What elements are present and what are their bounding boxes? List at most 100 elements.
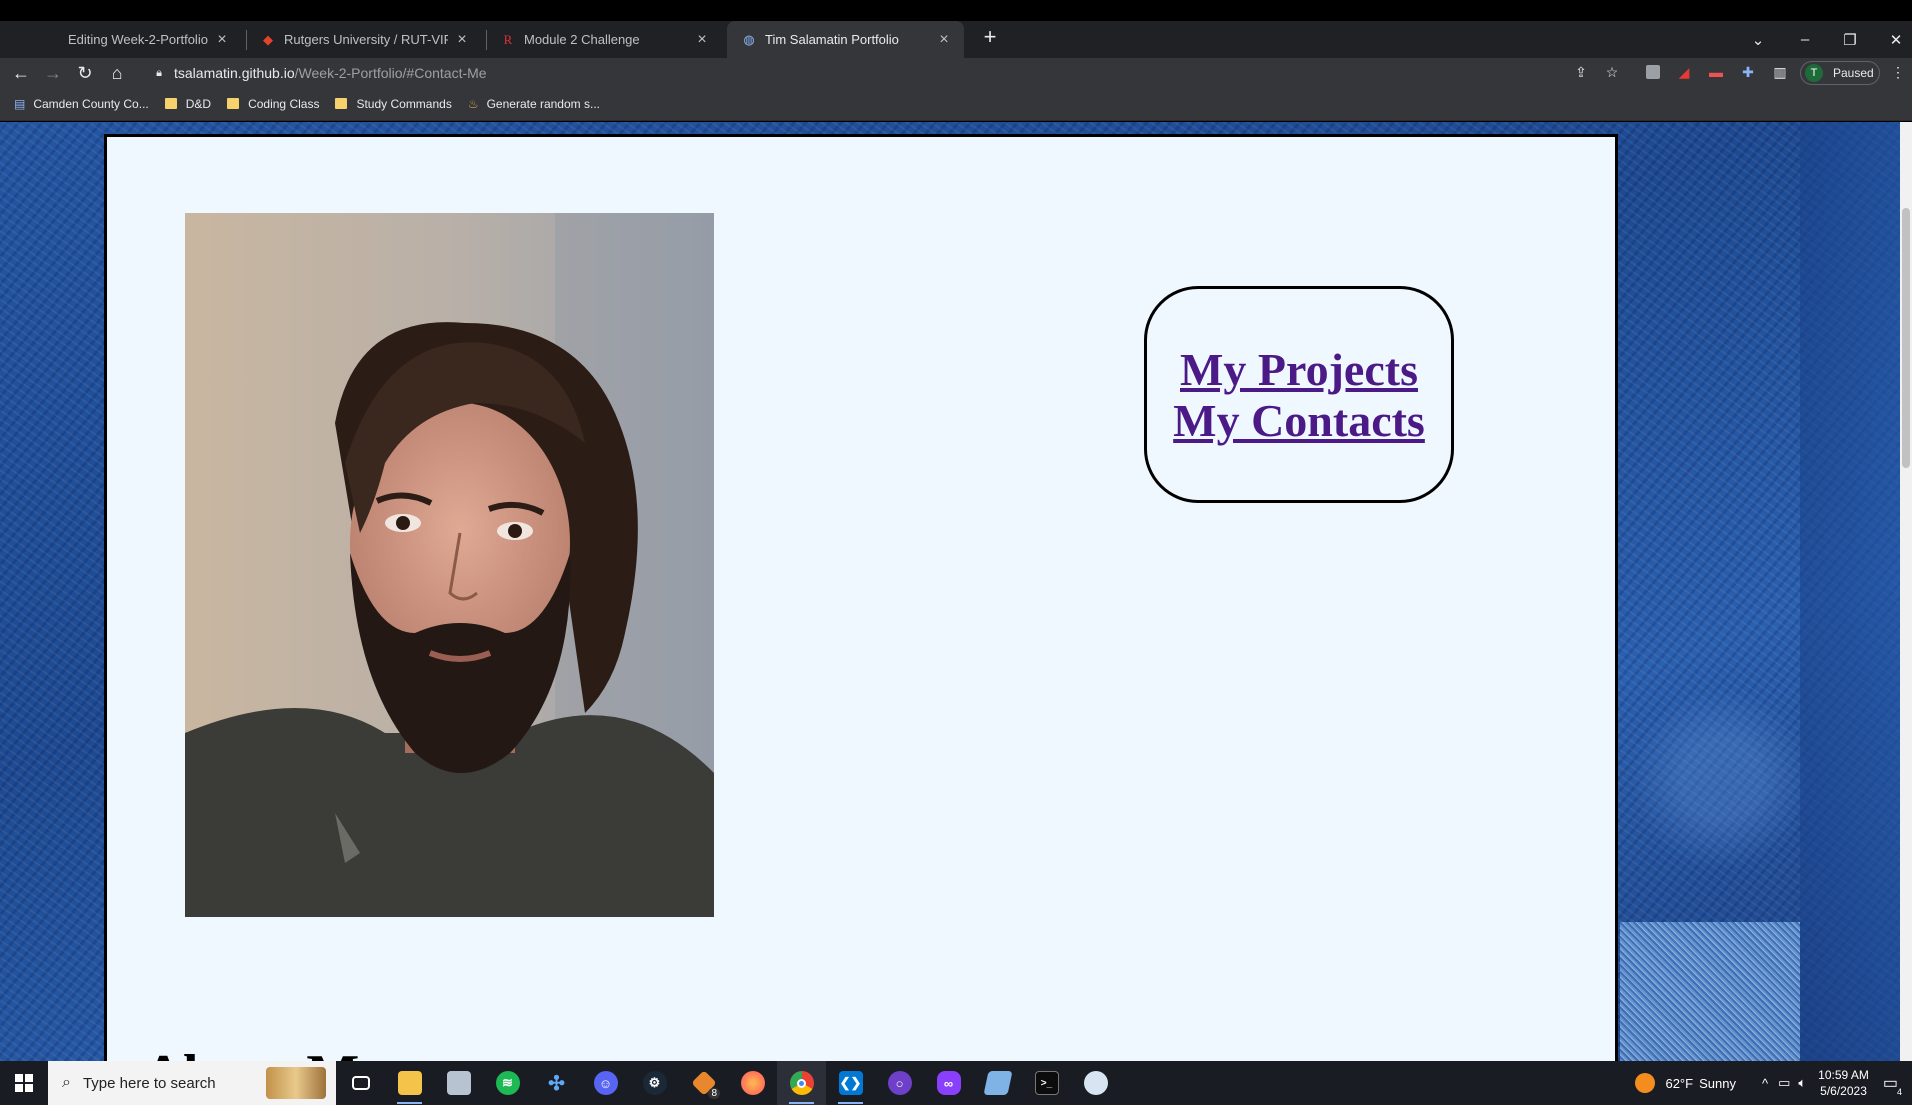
new-tab-button[interactable]: + xyxy=(976,23,1004,51)
forward-button[interactable]: → xyxy=(40,60,66,86)
url-path: /Week-2-Portfolio/#Contact-Me xyxy=(294,65,487,81)
taskbar: ⌕ Type here to search ≋ ✣ ☺ ⚙ 8 ❮❯ ○ ∞ >… xyxy=(0,1061,1912,1105)
system-tray: 62°F Sunny ^ ▭ 🔈︎ 10:59 AM 5/6/2023 ▭ 4 xyxy=(1635,1061,1912,1105)
app-icon[interactable]: ∞ xyxy=(924,1061,973,1105)
star-icon[interactable]: ☆ xyxy=(1602,62,1622,82)
bookmark-coding-class[interactable]: Coding Class xyxy=(227,97,319,111)
volume-icon[interactable]: 🔈︎ xyxy=(1798,1075,1806,1091)
vscode-icon[interactable]: ❮❯ xyxy=(826,1061,875,1105)
reload-button[interactable]: ↻ xyxy=(72,60,98,86)
search-placeholder: Type here to search xyxy=(82,1074,216,1092)
weather-temp[interactable]: 62°F xyxy=(1665,1076,1693,1091)
close-icon[interactable]: × xyxy=(694,31,710,49)
notification-count: 4 xyxy=(1896,1087,1902,1097)
chrome-icon[interactable] xyxy=(777,1061,826,1105)
profile-photo xyxy=(185,213,714,917)
bookmark-label: Study Commands xyxy=(356,96,452,111)
tab-search-button[interactable]: ⌄ xyxy=(1738,21,1778,58)
globe-icon: ◍ xyxy=(743,31,755,47)
apps-icon[interactable]: 8 xyxy=(679,1061,728,1105)
nav-box: My Projects My Contacts xyxy=(1144,286,1454,503)
clock-date: 5/6/2023 xyxy=(1820,1084,1867,1098)
bookmark-camden[interactable]: ▤ Camden County Co... xyxy=(14,97,149,111)
canvas-icon: R xyxy=(503,31,513,47)
url-text: tsalamatin.github.io/Week-2-Portfolio/#C… xyxy=(174,65,487,81)
tab-strip: Editing Week-2-Portfolio/READM × ◆ Rutge… xyxy=(0,0,1912,58)
background-texture xyxy=(1620,922,1800,1061)
windows-icon xyxy=(15,1074,33,1092)
page-viewport: My Projects My Contacts About Me xyxy=(0,122,1912,1061)
notification-icon[interactable]: ▭ 4 xyxy=(1883,1073,1902,1097)
side-panel-icon[interactable]: ▥ xyxy=(1770,62,1790,82)
tool-icon[interactable]: ✣ xyxy=(532,1061,581,1105)
network-icon[interactable]: ▭ xyxy=(1778,1075,1790,1091)
folder-icon xyxy=(335,98,348,109)
bookmark-dnd[interactable]: D&D xyxy=(164,96,212,111)
task-view-icon[interactable] xyxy=(336,1061,385,1105)
close-window-button[interactable]: ✕ xyxy=(1876,21,1912,58)
sun-icon xyxy=(1635,1073,1656,1093)
file-explorer-icon[interactable] xyxy=(385,1061,434,1105)
email-icon[interactable] xyxy=(434,1061,483,1105)
tab-readme[interactable]: Editing Week-2-Portfolio/READM × xyxy=(30,21,242,58)
discord-icon[interactable]: ☺ xyxy=(581,1061,630,1105)
menu-icon[interactable]: ⋮ xyxy=(1888,62,1908,82)
close-icon[interactable]: × xyxy=(454,31,470,49)
close-icon[interactable]: × xyxy=(214,31,230,49)
clock[interactable]: 10:59 AM 5/6/2023 xyxy=(1818,1067,1869,1099)
portfolio-card: My Projects My Contacts About Me xyxy=(104,134,1618,1061)
profile-button[interactable]: T Paused xyxy=(1800,61,1880,85)
start-button[interactable] xyxy=(0,1061,48,1105)
app-badge: 8 xyxy=(708,1088,720,1099)
puzzle-icon[interactable]: ✚ xyxy=(1738,62,1758,82)
scrollbar-thumb[interactable] xyxy=(1902,208,1910,468)
lock-icon[interactable]: 🔒︎ xyxy=(146,60,172,86)
background-texture xyxy=(1800,122,1900,1061)
terminal-icon[interactable]: >_ xyxy=(1022,1061,1071,1105)
paint-icon[interactable] xyxy=(1071,1061,1120,1105)
tab-portfolio[interactable]: ◍ Tim Salamatin Portfolio × xyxy=(727,21,964,58)
github-icon xyxy=(44,32,60,48)
bookmark-label: Camden County Co... xyxy=(33,96,149,111)
close-icon[interactable]: × xyxy=(936,31,952,49)
profile-status: Paused xyxy=(1833,66,1874,80)
weather-desc[interactable]: Sunny xyxy=(1699,1076,1736,1091)
chevron-up-icon[interactable]: ^ xyxy=(1762,1076,1768,1091)
bookmark-label: Coding Class xyxy=(248,96,320,111)
url-host: tsalamatin.github.io xyxy=(174,65,295,81)
tab-title: Module 2 Challenge xyxy=(524,32,640,47)
tab-gitlab[interactable]: ◆ Rutgers University / RUT-VIRT-FS × xyxy=(246,21,482,58)
address-bar[interactable]: tsalamatin.github.io/Week-2-Portfolio/#C… xyxy=(174,60,1554,86)
extension-icon[interactable] xyxy=(1643,62,1663,82)
tab-title: Editing Week-2-Portfolio/READM xyxy=(68,32,208,47)
notes-icon[interactable] xyxy=(973,1061,1022,1105)
tab-title: Tim Salamatin Portfolio xyxy=(765,32,899,47)
back-button[interactable]: ← xyxy=(8,60,34,86)
my-contacts-link[interactable]: My Contacts xyxy=(1173,395,1425,446)
taskbar-search[interactable]: ⌕ Type here to search xyxy=(48,1061,336,1105)
share-icon[interactable]: ⇪ xyxy=(1571,62,1591,82)
record-icon[interactable]: ▬ xyxy=(1706,62,1726,82)
github-desktop-icon[interactable]: ○ xyxy=(875,1061,924,1105)
spotify-icon[interactable]: ≋ xyxy=(483,1061,532,1105)
steam-icon[interactable]: ⚙ xyxy=(630,1061,679,1105)
my-projects-link[interactable]: My Projects xyxy=(1180,344,1418,395)
bookmarks-bar: ▤ Camden County Co... D&D Coding Class S… xyxy=(0,87,1912,121)
gitlab-icon: ◆ xyxy=(263,31,273,47)
tab-module-2[interactable]: R Module 2 Challenge × xyxy=(486,21,722,58)
bookmark-generate-random[interactable]: ♨ Generate random s... xyxy=(468,97,600,111)
firefox-icon[interactable] xyxy=(728,1061,777,1105)
pdf-icon[interactable]: ◢ xyxy=(1674,62,1694,82)
bookmark-study-commands[interactable]: Study Commands xyxy=(335,96,452,111)
bookmark-label: D&D xyxy=(185,96,212,111)
search-icon: ⌕ xyxy=(62,1074,71,1091)
minimize-button[interactable]: – xyxy=(1785,21,1825,58)
folder-icon xyxy=(227,98,240,109)
browser-toolbar: ← → ↻ ⌂ 🔒︎ tsalamatin.github.io/Week-2-P… xyxy=(0,58,1912,87)
tab-title: Rutgers University / RUT-VIRT-FS xyxy=(284,32,448,47)
scrollbar[interactable] xyxy=(1900,122,1912,1061)
home-button[interactable]: ⌂ xyxy=(104,60,130,86)
folder-icon xyxy=(164,98,177,109)
screen: Editing Week-2-Portfolio/READM × ◆ Rutge… xyxy=(0,0,1912,1105)
restore-button[interactable]: ❐ xyxy=(1830,21,1870,58)
